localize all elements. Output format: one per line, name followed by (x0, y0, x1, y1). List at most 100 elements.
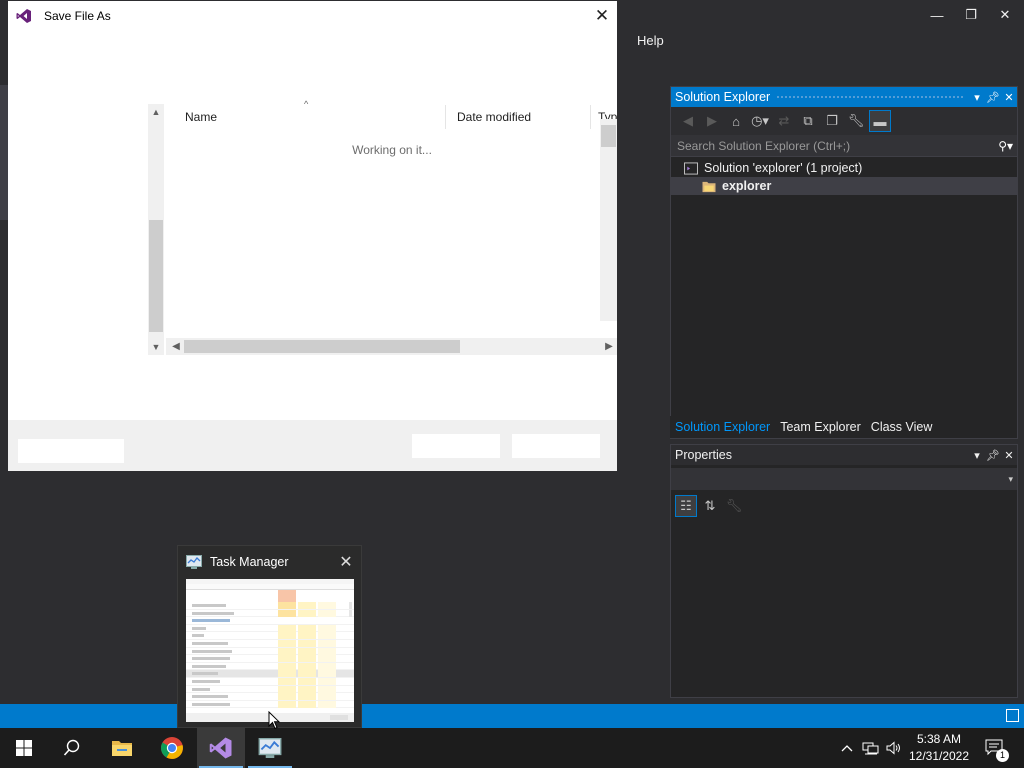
task-manager-icon (186, 555, 202, 569)
preview-row (186, 693, 354, 701)
close-button[interactable]: ✕ (988, 0, 1022, 30)
vs-status-bar (0, 704, 1024, 728)
sync-icon[interactable]: ⇄ (773, 110, 795, 132)
chrome-icon (161, 737, 183, 759)
dialog-close-button[interactable]: ✕ (587, 1, 617, 31)
pin-icon[interactable]: 📌︎ (985, 449, 1001, 462)
solution-icon (684, 161, 698, 175)
start-button[interactable] (0, 728, 48, 768)
windows-logo-icon (16, 740, 32, 756)
vs-left-panel-edge (0, 85, 8, 220)
thumbnail-titlebar: Task Manager ✕ (178, 546, 361, 578)
minimize-button[interactable]: — (920, 0, 954, 30)
menu-help[interactable]: Help (630, 30, 671, 52)
solution-explorer-titlebar: Solution Explorer ▾ 📌︎ ✕ (671, 87, 1017, 107)
status-notification-icon[interactable] (1006, 709, 1019, 722)
property-pages-wrench-icon[interactable]: 🔧︎ (723, 495, 745, 517)
file-list-horizontal-scrollbar[interactable]: ◀ ▶ (166, 338, 617, 355)
search-input[interactable]: Search Solution Explorer (Ctrl+;) (677, 139, 998, 153)
cancel-button[interactable] (512, 434, 600, 458)
taskbar-file-explorer[interactable] (98, 728, 146, 768)
show-hidden-icons-chevron-icon[interactable] (838, 728, 856, 768)
taskbar-visual-studio[interactable] (197, 728, 245, 768)
tree-item-project[interactable]: explorer (671, 177, 1017, 195)
tool-window-tabs: Solution Explorer Team Explorer Class Vi… (670, 416, 937, 438)
preview-selected-icon[interactable]: ▬ (869, 110, 891, 132)
preview-row (186, 602, 354, 610)
scroll-thumb[interactable] (149, 220, 163, 332)
pending-changes-filter-icon[interactable]: ◷▾ (749, 110, 771, 132)
taskbar-task-manager[interactable] (246, 728, 294, 768)
solution-explorer-panel: Solution Explorer ▾ 📌︎ ✕ ◀ ▶ ⌂ ◷▾ ⇄ ⧉ ❐ … (670, 86, 1018, 439)
navigation-pane-scrollbar[interactable]: ▲ ▼ (148, 104, 164, 355)
back-icon[interactable]: ◀ (677, 110, 699, 132)
solution-explorer-toolbar: ◀ ▶ ⌂ ◷▾ ⇄ ⧉ ❐ 🔧︎ ▬ (671, 107, 1017, 135)
visual-studio-logo-icon (16, 9, 31, 23)
dialog-titlebar: Save File As ✕ (8, 1, 617, 31)
thumbnail-title: Task Manager (210, 555, 289, 569)
alphabetical-sort-icon[interactable]: ⇅ (699, 495, 721, 517)
scroll-up-arrow-icon[interactable]: ▲ (148, 104, 164, 120)
save-button[interactable] (412, 434, 500, 458)
window-position-dropdown-icon[interactable]: ▾ (969, 449, 985, 462)
preview-row (186, 624, 354, 633)
preview-row (186, 700, 354, 709)
action-center-button[interactable]: 1 (980, 728, 1010, 768)
solution-explorer-search[interactable]: Search Solution Explorer (Ctrl+;) ⚲▾ (671, 135, 1017, 157)
forward-icon[interactable]: ▶ (701, 110, 723, 132)
preview-row (186, 639, 354, 648)
preview-row (186, 632, 354, 640)
network-icon[interactable] (860, 728, 882, 768)
taskbar-chrome[interactable] (148, 728, 196, 768)
preview-row (186, 617, 354, 625)
collapse-all-icon[interactable]: ⧉ (797, 110, 819, 132)
column-header-date-modified[interactable]: Date modified (446, 105, 591, 129)
visual-studio-icon (209, 737, 232, 759)
window-position-dropdown-icon[interactable]: ▾ (969, 91, 985, 104)
preview-row (186, 662, 354, 671)
thumbnail-close-button[interactable]: ✕ (331, 552, 361, 572)
folder-icon (702, 181, 716, 192)
task-manager-thumbnail[interactable]: Task Manager ✕ (177, 545, 362, 728)
properties-panel: Properties ▾ 📌︎ ✕ ▾ ☷ ⇅ 🔧︎ (670, 444, 1018, 698)
close-pane-icon[interactable]: ✕ (1001, 449, 1017, 462)
taskbar-clock[interactable]: 5:38 AM 12/31/2022 (900, 731, 978, 765)
preview-row (186, 670, 354, 678)
solution-tree: Solution 'explorer' (1 project) explorer (671, 157, 1017, 195)
clock-time: 5:38 AM (916, 732, 962, 746)
preview-row (186, 655, 354, 663)
task-manager-preview-image (186, 579, 354, 722)
object-selector-dropdown[interactable]: ▾ (671, 468, 1017, 490)
scroll-left-arrow-icon[interactable]: ◀ (168, 338, 184, 355)
close-pane-icon[interactable]: ✕ (1001, 91, 1017, 104)
properties-wrench-icon[interactable]: 🔧︎ (845, 110, 867, 132)
scroll-thumb[interactable] (184, 340, 460, 353)
title-grip (776, 94, 963, 100)
hide-folders-button[interactable] (18, 439, 124, 463)
tab-solution-explorer[interactable]: Solution Explorer (670, 416, 776, 438)
tree-item-solution[interactable]: Solution 'explorer' (1 project) (671, 159, 1017, 177)
column-header-name[interactable]: Name (174, 105, 446, 129)
preview-row (186, 647, 354, 656)
properties-titlebar: Properties ▾ 📌︎ ✕ (671, 445, 1017, 465)
dialog-title: Save File As (44, 9, 111, 23)
restore-button[interactable]: ❐ (954, 0, 988, 30)
file-list-vertical-scrollbar[interactable] (600, 119, 617, 321)
search-icon[interactable]: ⚲▾ (998, 139, 1013, 153)
properties-title: Properties (675, 448, 732, 462)
scroll-thumb[interactable] (601, 125, 616, 147)
vs-caption-buttons: — ❐ ✕ (920, 0, 1024, 30)
tab-class-view[interactable]: Class View (866, 416, 938, 438)
tab-team-explorer[interactable]: Team Explorer (775, 416, 866, 438)
solution-explorer-title: Solution Explorer (675, 90, 771, 104)
scroll-down-arrow-icon[interactable]: ▼ (148, 339, 164, 355)
preview-row (186, 677, 354, 686)
home-icon[interactable]: ⌂ (725, 110, 747, 132)
categorized-icon[interactable]: ☷ (675, 495, 697, 517)
show-all-files-icon[interactable]: ❐ (821, 110, 843, 132)
clock-date: 12/31/2022 (908, 749, 970, 763)
windows-taskbar: 5:38 AM 12/31/2022 1 (0, 728, 1024, 768)
scroll-right-arrow-icon[interactable]: ▶ (601, 338, 617, 355)
search-button[interactable] (48, 728, 96, 768)
pin-icon[interactable]: 📌︎ (985, 91, 1001, 104)
